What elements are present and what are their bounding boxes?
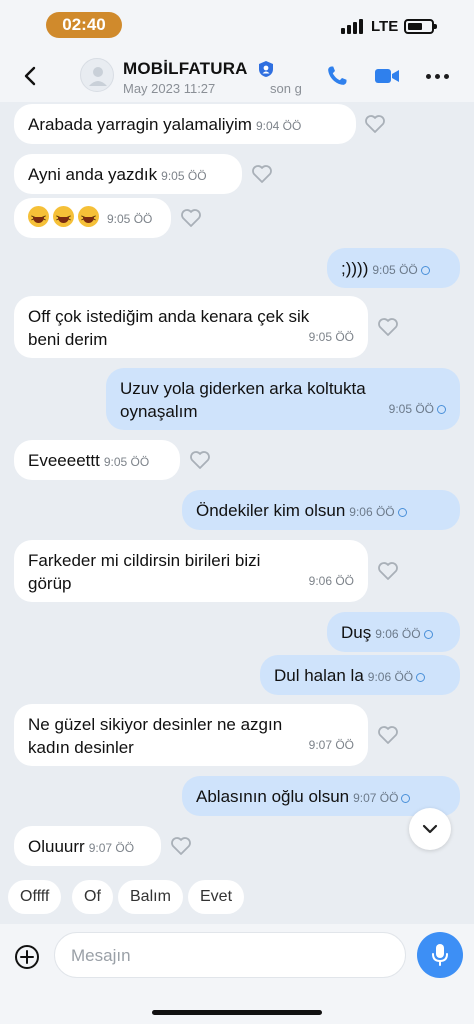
- message-input-container[interactable]: [54, 932, 446, 978]
- chevron-down-icon: [422, 824, 438, 834]
- home-indicator: [152, 1010, 322, 1015]
- message-text-line: Ne güzel sikiyor desinler ne azgın: [28, 715, 283, 734]
- message-composer: [0, 924, 474, 1024]
- message-time: 9:06 ÖÖ: [367, 670, 414, 684]
- message-time: 9:05 ÖÖ: [107, 212, 153, 226]
- message-time-with-receipt: 9:05 ÖÖ: [389, 398, 446, 421]
- read-receipt-icon: [401, 794, 411, 803]
- contact-name[interactable]: MOBİLFATURA: [123, 59, 248, 79]
- message-outgoing[interactable]: Uzuv yola giderken arka koltukta oynaşal…: [106, 368, 460, 430]
- read-receipt-icon: [437, 405, 446, 414]
- message-text: Dul halan la: [274, 666, 364, 685]
- battery-icon: [404, 19, 437, 34]
- emoji-grinning-squinting: [78, 206, 99, 230]
- read-receipt-icon: [397, 508, 407, 517]
- chat-header: MOBİLFATURA May 2023 11:27 son g: [0, 52, 474, 102]
- network-type: LTE: [371, 18, 399, 35]
- heart-react-icon[interactable]: [189, 450, 211, 470]
- message-text-line: beni derim: [28, 330, 108, 349]
- message-incoming[interactable]: Eveeeettt 9:05 ÖÖ: [14, 440, 180, 480]
- message-incoming[interactable]: Ne güzel sikiyor desinler ne azgın kadın…: [14, 704, 368, 766]
- quick-reply-chip[interactable]: Evet: [188, 880, 245, 914]
- message-incoming[interactable]: Oluuurr 9:07 ÖÖ: [14, 826, 161, 866]
- message-text: Öndekiler kim olsun: [196, 501, 346, 520]
- scroll-to-bottom-button[interactable]: [409, 808, 451, 850]
- message-text: Oluuurr: [28, 837, 85, 856]
- quick-reply-chip[interactable]: Of: [72, 880, 113, 914]
- avatar[interactable]: [80, 58, 114, 92]
- emoji-grinning-squinting: [28, 206, 49, 230]
- message-time: 9:04 ÖÖ: [255, 119, 302, 133]
- message-outgoing[interactable]: Duş 9:06 ÖÖ: [327, 612, 460, 652]
- microphone-icon: [432, 944, 448, 966]
- message-time: 9:05 ÖÖ: [308, 330, 354, 344]
- emoji-grinning-squinting: [53, 206, 74, 230]
- back-chevron-icon[interactable]: [22, 66, 38, 86]
- video-camera-icon[interactable]: [374, 66, 400, 86]
- message-time: 9:07 ÖÖ: [353, 791, 399, 805]
- more-dots-icon[interactable]: [426, 74, 449, 79]
- heart-react-icon[interactable]: [170, 836, 192, 856]
- last-seen-label: son g: [270, 81, 302, 96]
- message-outgoing[interactable]: Öndekiler kim olsun 9:06 ÖÖ: [182, 490, 460, 530]
- message-incoming[interactable]: Arabada yarragin yalamaliyim 9:04 ÖÖ: [14, 104, 356, 144]
- message-text: Eveeeettt: [28, 451, 100, 470]
- message-incoming[interactable]: 9:05 ÖÖ: [14, 198, 171, 238]
- message-time: 9:06 ÖÖ: [308, 574, 354, 588]
- avatar-placeholder-icon: [89, 67, 107, 86]
- phone-icon[interactable]: [325, 64, 349, 88]
- message-incoming[interactable]: Farkeder mi cildirsin birileri bizi görü…: [14, 540, 368, 602]
- microphone-button[interactable]: [417, 932, 463, 978]
- message-text-line: kadın desinler: [28, 738, 134, 757]
- heart-react-icon[interactable]: [180, 208, 202, 228]
- message-time: 9:05 ÖÖ: [161, 169, 207, 183]
- last-seen-date: May 2023 11:27: [123, 81, 216, 96]
- message-text-line: Off çok istediğim anda kenara çek sik: [28, 307, 310, 326]
- message-text: Ablasının oğlu olsun: [196, 787, 350, 806]
- message-text: Ayni anda yazdık: [28, 165, 158, 184]
- message-text-line: görüp: [28, 574, 72, 593]
- message-outgoing[interactable]: ;)))) 9:05 ÖÖ: [327, 248, 460, 288]
- heart-react-icon[interactable]: [251, 164, 273, 184]
- message-incoming[interactable]: Off çok istediğim anda kenara çek sik be…: [14, 296, 368, 358]
- message-incoming[interactable]: Ayni anda yazdık 9:05 ÖÖ: [14, 154, 242, 194]
- message-time: 9:05 ÖÖ: [103, 455, 150, 469]
- heart-react-icon[interactable]: [377, 725, 399, 745]
- add-circle-icon[interactable]: [14, 944, 40, 970]
- heart-react-icon[interactable]: [364, 114, 386, 134]
- message-time: 9:07 ÖÖ: [88, 841, 135, 855]
- status-bar: 02:40 LTE: [0, 0, 474, 52]
- quick-reply-bar: Offff Of Balım Evet: [0, 870, 474, 924]
- message-text: ;)))): [341, 259, 369, 278]
- read-receipt-icon: [420, 266, 430, 275]
- message-time: 9:05 ÖÖ: [388, 402, 434, 416]
- status-time: 02:40: [46, 12, 122, 38]
- quick-reply-chip[interactable]: Offff: [8, 880, 62, 914]
- shield-verified-icon: [259, 61, 273, 77]
- message-text: Duş: [341, 623, 372, 642]
- read-receipt-icon: [416, 673, 426, 682]
- message-time: 9:06 ÖÖ: [349, 505, 395, 519]
- signal-bars-icon: [341, 18, 363, 34]
- message-time: 9:05 ÖÖ: [372, 263, 418, 277]
- message-text-line: Farkeder mi cildirsin birileri bizi: [28, 551, 261, 570]
- message-text: Arabada yarragin yalamaliyim: [28, 115, 252, 134]
- message-time: 9:07 ÖÖ: [308, 738, 354, 752]
- quick-reply-chip[interactable]: Balım: [118, 880, 183, 914]
- heart-react-icon[interactable]: [377, 317, 399, 337]
- message-time: 9:06 ÖÖ: [375, 627, 421, 641]
- message-input[interactable]: [71, 943, 351, 969]
- read-receipt-icon: [423, 630, 433, 639]
- message-outgoing[interactable]: Dul halan la 9:06 ÖÖ: [260, 655, 460, 695]
- heart-react-icon[interactable]: [377, 561, 399, 581]
- message-text-line: Uzuv yola giderken arka koltukta: [120, 379, 366, 398]
